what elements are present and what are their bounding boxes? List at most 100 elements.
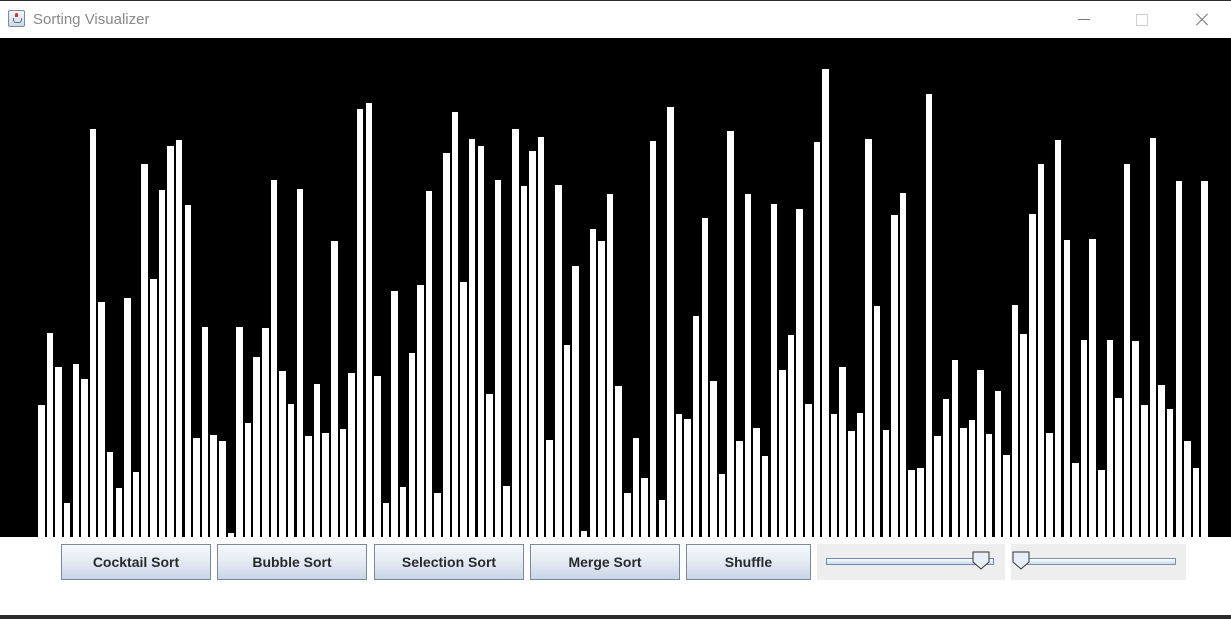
bar [348, 373, 355, 537]
bar [529, 151, 536, 537]
bar [684, 419, 691, 537]
bar [589, 229, 597, 537]
bar [856, 413, 864, 537]
merge-sort-button[interactable]: Merge Sort [530, 544, 680, 580]
bubble-sort-button[interactable]: Bubble Sort [217, 544, 367, 580]
bar [313, 384, 321, 537]
cocktail-sort-button[interactable]: Cocktail Sort [61, 544, 211, 580]
bar [520, 186, 528, 537]
close-button[interactable] [1172, 1, 1229, 38]
bar [917, 468, 924, 537]
bar [1149, 138, 1157, 537]
bar [425, 191, 433, 537]
bar [494, 180, 502, 537]
bar [167, 146, 174, 537]
slider-thumb[interactable] [1012, 551, 1030, 570]
bar [1166, 409, 1174, 537]
bar [848, 431, 855, 537]
bar [701, 218, 709, 537]
slider-track[interactable] [1019, 558, 1176, 565]
bar [279, 371, 286, 537]
bar [572, 266, 579, 537]
bar [115, 488, 123, 537]
bar [98, 302, 105, 537]
bar [158, 190, 166, 537]
java-cup-icon [8, 10, 25, 27]
bar [339, 429, 347, 537]
bar [1098, 470, 1105, 537]
bar [184, 205, 192, 537]
bar [193, 438, 200, 537]
bar [1037, 164, 1045, 537]
bar [1011, 305, 1019, 537]
control-panel: Cocktail Sort Bubble Sort Selection Sort… [0, 537, 1231, 615]
bar [563, 345, 571, 537]
bar [512, 129, 519, 537]
bar [805, 404, 812, 537]
bar [55, 367, 62, 537]
bar [1089, 239, 1096, 537]
bar [555, 185, 562, 537]
bar [503, 486, 510, 537]
bar [641, 478, 648, 537]
bar [718, 474, 726, 537]
bar [658, 500, 666, 537]
bar [296, 189, 304, 537]
bar [1115, 398, 1122, 537]
bar [460, 282, 467, 537]
bars-canvas [0, 38, 1231, 537]
bar [1106, 340, 1114, 537]
slider-track[interactable] [826, 558, 994, 565]
bar [365, 103, 373, 537]
bar [150, 279, 157, 537]
bar [201, 327, 209, 537]
minimize-button[interactable] [1055, 1, 1112, 38]
bar [81, 379, 88, 537]
bar [219, 441, 226, 537]
bar [537, 137, 545, 537]
bar [89, 129, 97, 537]
title-bar: Sorting Visualizer [0, 0, 1231, 38]
bar [132, 472, 140, 537]
maximize-button[interactable] [1112, 1, 1169, 38]
bar [960, 428, 967, 537]
bar [796, 209, 803, 537]
bar [1123, 164, 1131, 537]
selection-sort-button[interactable]: Selection Sort [374, 544, 524, 580]
bar [753, 428, 760, 537]
bar [908, 470, 915, 537]
bar [942, 399, 950, 537]
slider-thumb[interactable] [972, 551, 990, 570]
bar [322, 433, 329, 537]
bar [744, 194, 752, 537]
bar [486, 394, 493, 537]
bar [925, 94, 933, 537]
bar [736, 441, 743, 537]
bar [210, 435, 217, 537]
bar [951, 360, 959, 537]
bar [46, 333, 54, 537]
bar [141, 164, 148, 537]
bar [1184, 441, 1191, 537]
bar [985, 434, 993, 537]
bar [994, 391, 1002, 537]
bar [253, 357, 260, 537]
shuffle-button[interactable]: Shuffle [686, 544, 811, 580]
array-size-slider[interactable] [817, 544, 1005, 580]
window-border [0, 615, 1231, 619]
speed-slider[interactable] [1011, 544, 1186, 580]
bar [374, 376, 381, 537]
bar [477, 146, 485, 537]
bar [649, 141, 657, 537]
bar [624, 493, 631, 537]
bar [106, 452, 114, 537]
bar [434, 493, 441, 537]
bar [761, 456, 769, 537]
bar [606, 194, 614, 537]
bar [779, 370, 786, 537]
bar [124, 298, 131, 537]
bar [468, 139, 476, 537]
bar [977, 370, 984, 537]
bar [822, 69, 829, 537]
bar [451, 112, 459, 537]
